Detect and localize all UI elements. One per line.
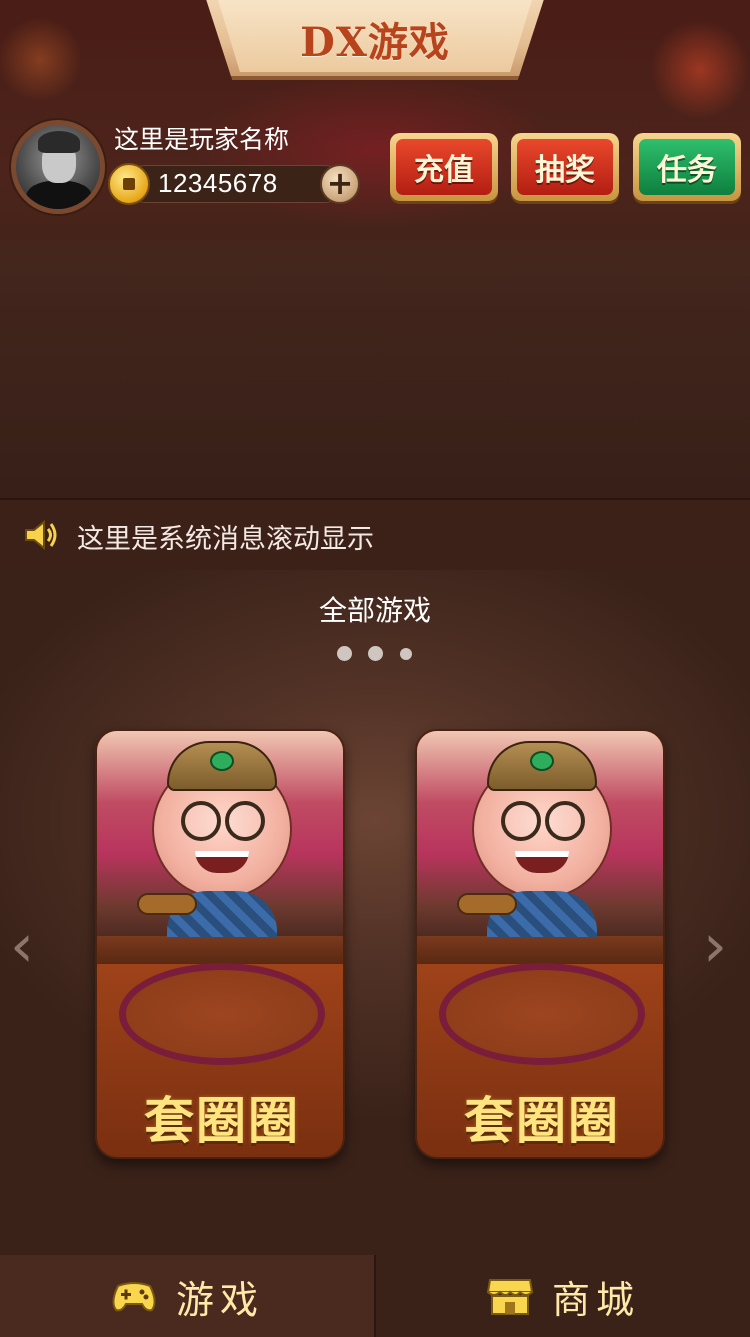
games-section-title: 全部游戏 <box>318 594 431 627</box>
game-card-label: 套圈圈 <box>464 1092 620 1150</box>
tab-shop[interactable]: 商城 <box>376 1255 750 1337</box>
recharge-button[interactable]: 充值 <box>390 133 498 201</box>
chevron-left-icon[interactable]: ‹ <box>10 916 34 976</box>
lottery-button-label: 抽奖 <box>517 139 613 195</box>
coin-balance: 12345678 <box>158 168 278 198</box>
system-notice-text: 这里是系统消息滚动显示 <box>77 524 374 555</box>
game-card-label: 套圈圈 <box>144 1092 300 1150</box>
gamepad-icon <box>112 1282 156 1312</box>
pipe-icon <box>457 893 517 915</box>
hat-gem <box>210 751 234 771</box>
pipe-icon <box>137 893 197 915</box>
game-card-ring-toss[interactable]: 套圈圈 <box>415 729 665 1159</box>
avatar-hair <box>38 131 80 153</box>
page-title: DX游戏 <box>300 19 450 66</box>
bottom-tab-bar: 游戏 商城 <box>0 1255 750 1337</box>
ring-icon <box>119 963 325 1065</box>
glasses-left <box>181 801 221 841</box>
tab-games-label: 游戏 <box>175 1277 264 1322</box>
add-coins-button[interactable]: + <box>320 164 360 204</box>
page-indicator-dot[interactable] <box>368 646 383 661</box>
game-card-floor <box>417 936 663 964</box>
player-name: 这里是玩家名称 <box>114 125 290 154</box>
page-indicator-dot[interactable] <box>400 648 412 660</box>
glasses-right <box>225 801 265 841</box>
tab-games[interactable]: 游戏 <box>0 1255 376 1337</box>
game-card-floor <box>97 936 343 964</box>
banner-area <box>0 240 750 498</box>
tasks-button[interactable]: 任务 <box>633 133 741 201</box>
hat-gem <box>530 751 554 771</box>
store-icon <box>486 1279 534 1315</box>
ring-icon <box>439 963 645 1065</box>
page-indicator-dot[interactable] <box>337 646 352 661</box>
tasks-button-label: 任务 <box>639 139 735 195</box>
tab-shop-label: 商城 <box>551 1277 640 1322</box>
game-card-ring-toss[interactable]: 套圈圈 <box>95 729 345 1159</box>
glasses-right <box>545 801 585 841</box>
lottery-button[interactable]: 抽奖 <box>511 133 619 201</box>
glasses-left <box>501 801 541 841</box>
recharge-button-label: 充值 <box>396 139 492 195</box>
avatar[interactable] <box>11 120 105 214</box>
speaker-icon <box>25 519 57 551</box>
coin-icon <box>108 163 150 205</box>
chevron-right-icon[interactable]: › <box>703 916 727 976</box>
